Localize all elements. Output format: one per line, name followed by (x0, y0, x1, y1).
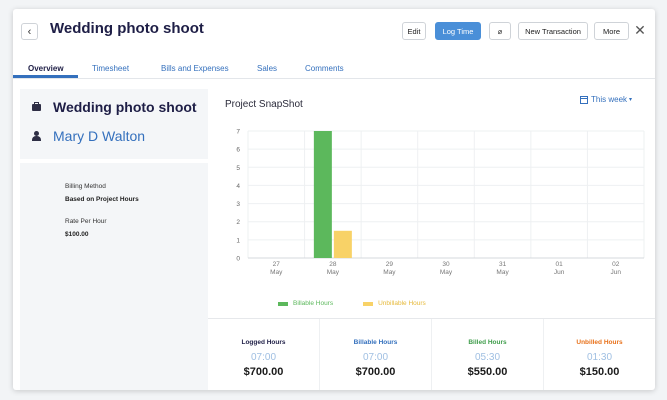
stat-time: 07:00 (250, 352, 277, 363)
project-window: ‹ Wedding photo shoot Edit Log Time ⌀ Ne… (13, 9, 655, 390)
stat-time: 05:30 (474, 352, 501, 363)
project-name: Wedding photo shoot (53, 99, 197, 115)
close-button[interactable]: ✕ (632, 21, 648, 39)
x-tick-label: Jun (554, 269, 565, 276)
person-icon (32, 131, 41, 141)
stat-time: 07:00 (362, 352, 389, 363)
legend-item-billable: Billable Hours (278, 300, 333, 307)
billing-method-label: Billing Method (65, 183, 106, 190)
stat-label: Billed Hours (468, 339, 507, 346)
stat-time: 01:30 (586, 352, 613, 363)
stat-billable-hours: Billable Hours 07:00 $700.00 (320, 319, 432, 390)
new-transaction-button[interactable]: New Transaction (518, 22, 588, 40)
x-tick-label: May (270, 269, 283, 276)
rate-per-hour-value: $100.00 (65, 231, 89, 238)
project-details-panel: Wedding photo shoot Mary D Walton Billin… (20, 89, 208, 390)
x-tick-label: 31 (499, 261, 507, 268)
legend-label-billable: Billable Hours (293, 300, 334, 307)
stat-label: Billable Hours (353, 339, 398, 346)
tab-comments[interactable]: Comments (305, 64, 344, 73)
active-tab-indicator (13, 75, 78, 78)
unbillable-bar (333, 230, 352, 258)
stat-amount: $550.00 (467, 366, 508, 378)
x-tick-label: 30 (442, 261, 450, 268)
billing-method-value: Based on Project Hours (65, 196, 139, 203)
stat-amount: $700.00 (243, 366, 284, 378)
stat-logged-hours: Logged Hours 07:00 $700.00 (208, 319, 320, 390)
x-tick-label: Jun (610, 269, 621, 276)
x-tick-label: May (496, 269, 509, 276)
rate-per-hour-label: Rate Per Hour (65, 218, 107, 225)
briefcase-icon (32, 102, 41, 111)
snapshot-title: Project SnapShot (225, 99, 303, 110)
legend-label-unbillable: Unbillable Hours (378, 300, 426, 307)
stat-amount: $150.00 (579, 366, 620, 378)
more-button[interactable]: More (594, 22, 629, 40)
y-tick-label: 4 (236, 183, 240, 190)
y-tick-label: 3 (236, 201, 240, 208)
stat-label: Logged Hours (241, 339, 286, 346)
y-tick-label: 2 (236, 219, 240, 226)
x-tick-label: 02 (612, 261, 620, 268)
stat-amount: $700.00 (355, 366, 396, 378)
calendar-icon (580, 95, 588, 104)
page-title: Wedding photo shoot (50, 20, 204, 37)
y-tick-label: 7 (236, 129, 240, 136)
period-label: This week (591, 95, 628, 104)
y-tick-label: 1 (236, 237, 240, 244)
stat-label: Unbilled Hours (576, 339, 623, 346)
period-selector[interactable]: This week ▾ (580, 95, 632, 104)
billing-info-card: Billing Method Based on Project Hours Ra… (20, 163, 208, 390)
tab-sales[interactable]: Sales (257, 64, 277, 73)
hours-bar-chart: 0123456727May28May29May30May31May01Jun02… (236, 129, 645, 276)
attach-button[interactable]: ⌀ (489, 22, 511, 40)
paperclip-icon: ⌀ (497, 26, 503, 36)
legend-item-unbillable: Unbillable Hours (363, 300, 426, 307)
x-tick-label: May (383, 269, 396, 276)
edit-button[interactable]: Edit (402, 22, 426, 40)
project-snapshot-panel: Project SnapShot This week ▾ 0 1 2 3 4 5 6 7 27 M… (208, 78, 655, 390)
close-icon: ✕ (634, 21, 646, 38)
project-header-card: Wedding photo shoot Mary D Walton (20, 89, 208, 163)
x-tick-label: 29 (386, 261, 394, 268)
customer-link[interactable]: Mary D Walton (53, 128, 145, 144)
chart-legend: Billable Hours Unbillable Hours (278, 300, 426, 307)
stat-unbilled-hours: Unbilled Hours 01:30 $150.00 (544, 319, 655, 390)
tab-bills-and-expenses[interactable]: Bills and Expenses (161, 64, 229, 73)
x-tick-label: 28 (329, 261, 337, 268)
hours-summary: Logged Hours 07:00 $700.00 Billable Hour… (208, 318, 655, 390)
header: ‹ Wedding photo shoot Edit Log Time ⌀ Ne… (13, 9, 655, 53)
x-tick-label: 27 (273, 261, 281, 268)
chevron-left-icon: ‹ (27, 25, 32, 38)
tab-overview[interactable]: Overview (28, 64, 64, 73)
x-tick-label: May (327, 269, 340, 276)
legend-swatch-billable (278, 301, 288, 306)
log-time-button[interactable]: Log Time (435, 22, 481, 40)
x-tick-label: May (440, 269, 453, 276)
y-tick-label: 0 (236, 256, 240, 263)
x-tick-label: 01 (556, 261, 564, 268)
stat-billed-hours: Billed Hours 05:30 $550.00 (432, 319, 544, 390)
y-tick-label: 5 (236, 165, 240, 172)
back-button[interactable]: ‹ (21, 23, 38, 40)
tab-bar: Overview Timesheet Bills and Expenses Sa… (13, 61, 655, 79)
y-tick-label: 6 (236, 147, 240, 154)
caret-down-icon: ▾ (629, 97, 633, 103)
tab-timesheet[interactable]: Timesheet (92, 64, 129, 73)
legend-swatch-unbillable (363, 301, 374, 306)
billable-bar (313, 131, 332, 258)
